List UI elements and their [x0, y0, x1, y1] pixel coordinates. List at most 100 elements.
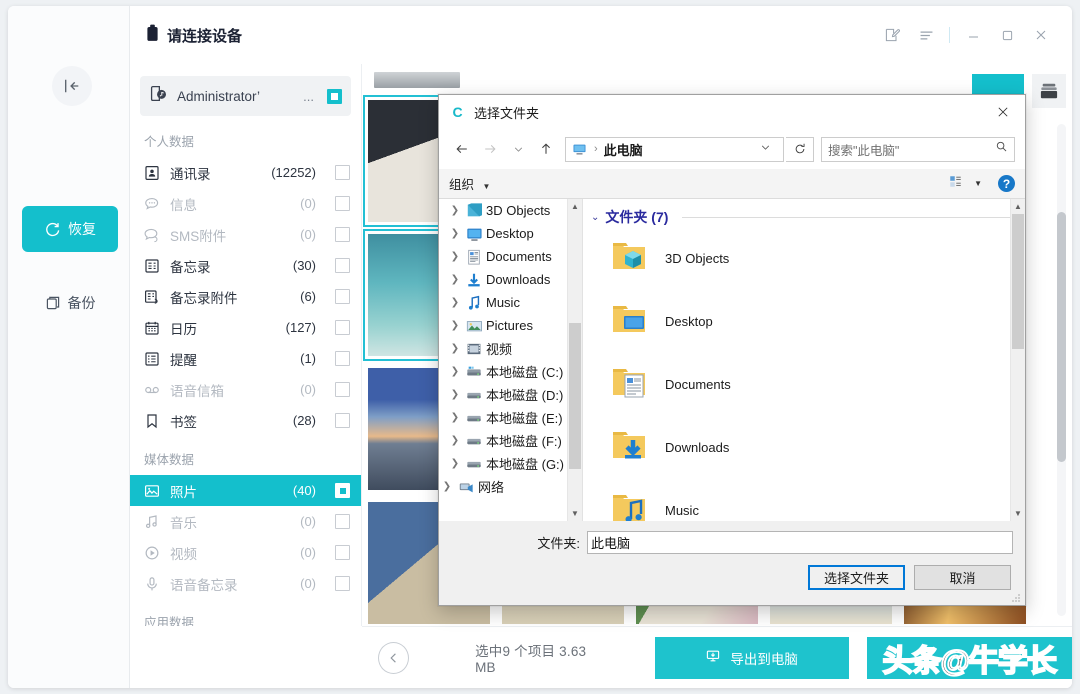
folder-item-label: 3D Objects	[665, 251, 729, 266]
view-layout-button[interactable]: ▼	[944, 174, 986, 194]
category-row-music[interactable]: 音乐(0)	[130, 506, 361, 537]
category-checkbox[interactable]	[335, 576, 350, 591]
folder-list-item[interactable]: 3D Objects	[583, 227, 1025, 290]
feedback-icon[interactable]	[875, 18, 909, 52]
tree-node[interactable]: ❯本地磁盘 (F:)	[439, 429, 582, 452]
maximize-button[interactable]	[990, 18, 1024, 52]
chevron-right-icon[interactable]: ❯	[449, 458, 461, 469]
category-checkbox[interactable]	[335, 514, 350, 529]
list-scrollbar[interactable]: ▲ ▼	[1010, 199, 1025, 521]
folder-list-item[interactable]: Desktop	[583, 290, 1025, 353]
account-checkbox[interactable]	[327, 89, 342, 104]
help-button[interactable]: ?	[998, 175, 1015, 192]
recent-locations-chevron-down-icon[interactable]	[505, 136, 531, 162]
chevron-right-icon[interactable]: ❯	[449, 274, 461, 285]
tree-node[interactable]: ❯本地磁盘 (C:)	[439, 360, 582, 383]
category-row-message[interactable]: 信息(0)	[130, 188, 361, 219]
category-checkbox[interactable]	[335, 165, 350, 180]
category-row-notes-attach[interactable]: 备忘录附件(6)	[130, 281, 361, 312]
resize-grip-icon[interactable]	[1010, 591, 1022, 603]
chevron-right-icon[interactable]: ❯	[449, 251, 461, 262]
category-checkbox[interactable]	[335, 483, 350, 498]
menu-icon[interactable]	[909, 18, 943, 52]
tree-scroll-up-icon[interactable]: ▲	[568, 199, 582, 214]
reminder-icon	[144, 351, 160, 367]
tree-node[interactable]: ❯Downloads	[439, 268, 582, 291]
chevron-right-icon[interactable]: ❯	[449, 320, 461, 331]
search-input[interactable]: 搜索"此电脑"	[821, 137, 1015, 162]
address-bar[interactable]: › 此电脑	[565, 137, 784, 162]
folder-list-item[interactable]: Downloads	[583, 416, 1025, 479]
arrow-left-icon[interactable]	[449, 136, 475, 162]
notes-icon	[144, 258, 160, 274]
dialog-close-icon[interactable]	[981, 95, 1025, 129]
chevron-right-icon[interactable]: ❯	[449, 366, 461, 377]
tree-node[interactable]: ❯Documents	[439, 245, 582, 268]
arrow-up-icon[interactable]	[533, 136, 559, 162]
folder-name-input[interactable]: 此电脑	[587, 531, 1013, 554]
list-scrollbar-thumb[interactable]	[1012, 214, 1024, 349]
category-checkbox[interactable]	[335, 413, 350, 428]
category-row-sms-attach[interactable]: SMS附件(0)	[130, 219, 361, 250]
category-checkbox[interactable]	[335, 351, 350, 366]
tree-node[interactable]: ❯3D Objects	[439, 199, 582, 222]
chevron-right-icon[interactable]: ❯	[449, 435, 461, 446]
organize-button[interactable]: 组织 ▼	[449, 174, 490, 193]
account-row[interactable]: Administrator’ ...	[140, 76, 351, 116]
category-row-bookmark[interactable]: 书签(28)	[130, 405, 361, 436]
grid-scrollbar[interactable]	[1057, 124, 1066, 616]
category-row-contacts[interactable]: 通讯录(12252)	[130, 157, 361, 188]
tree-node[interactable]: ❯本地磁盘 (E:)	[439, 406, 582, 429]
tree-node[interactable]: ❯本地磁盘 (D:)	[439, 383, 582, 406]
minimize-button[interactable]	[956, 18, 990, 52]
list-scroll-up-icon[interactable]: ▲	[1011, 199, 1025, 214]
select-folder-button[interactable]: 选择文件夹	[808, 565, 905, 590]
category-row-calendar[interactable]: 日历(127)	[130, 312, 361, 343]
category-checkbox[interactable]	[335, 258, 350, 273]
rail-item-restore[interactable]: 恢复	[22, 206, 118, 252]
list-scroll-down-icon[interactable]: ▼	[1011, 506, 1025, 521]
category-row-voicemail[interactable]: 语音信箱(0)	[130, 374, 361, 405]
address-chevron-down-icon[interactable]	[752, 142, 779, 156]
chevron-right-icon[interactable]: ❯	[449, 205, 461, 216]
tree-node[interactable]: ❯视频	[439, 337, 582, 360]
chevron-left-icon[interactable]	[378, 642, 409, 674]
chevron-right-icon[interactable]: ❯	[449, 412, 461, 423]
chevron-right-icon[interactable]: ❯	[441, 481, 453, 492]
grid-scrollbar-thumb[interactable]	[1057, 212, 1066, 462]
tree-scrollbar-thumb[interactable]	[569, 323, 581, 469]
category-checkbox[interactable]	[335, 320, 350, 335]
category-row-photo[interactable]: 照片(40)	[130, 475, 361, 506]
chevron-right-icon[interactable]: ❯	[449, 343, 461, 354]
category-checkbox[interactable]	[335, 545, 350, 560]
folder-list-item[interactable]: Music	[583, 479, 1025, 521]
category-row-video[interactable]: 视频(0)	[130, 537, 361, 568]
tree-scroll-down-icon[interactable]: ▼	[568, 506, 582, 521]
folder-list-item[interactable]: Documents	[583, 353, 1025, 416]
tree-node[interactable]: ❯Music	[439, 291, 582, 314]
collapse-left-icon[interactable]	[52, 66, 92, 106]
export-to-pc-button[interactable]: 导出到电脑	[655, 637, 849, 679]
tree-scrollbar[interactable]: ▲ ▼	[567, 199, 582, 521]
category-row-reminder[interactable]: 提醒(1)	[130, 343, 361, 374]
category-checkbox[interactable]	[335, 382, 350, 397]
category-checkbox[interactable]	[335, 289, 350, 304]
tree-node[interactable]: ❯Desktop	[439, 222, 582, 245]
device-icon-button[interactable]	[1032, 74, 1066, 108]
rail-item-backup[interactable]: 备份	[22, 280, 118, 326]
category-row-notes[interactable]: 备忘录(30)	[130, 250, 361, 281]
close-button[interactable]	[1024, 18, 1058, 52]
tree-node[interactable]: ❯本地磁盘 (G:)	[439, 452, 582, 475]
chevron-right-icon[interactable]: ❯	[449, 389, 461, 400]
refresh-icon[interactable]	[786, 137, 814, 162]
folder-3d-objects-icon	[611, 238, 647, 279]
chevron-right-icon[interactable]: ❯	[449, 228, 461, 239]
chevron-down-icon[interactable]: ⌄	[591, 212, 599, 223]
category-checkbox[interactable]	[335, 196, 350, 211]
category-row-voicememo[interactable]: 语音备忘录(0)	[130, 568, 361, 599]
tree-node[interactable]: ❯网络	[439, 475, 582, 498]
cancel-button[interactable]: 取消	[914, 565, 1011, 590]
tree-node[interactable]: ❯Pictures	[439, 314, 582, 337]
category-checkbox[interactable]	[335, 227, 350, 242]
chevron-right-icon[interactable]: ❯	[449, 297, 461, 308]
